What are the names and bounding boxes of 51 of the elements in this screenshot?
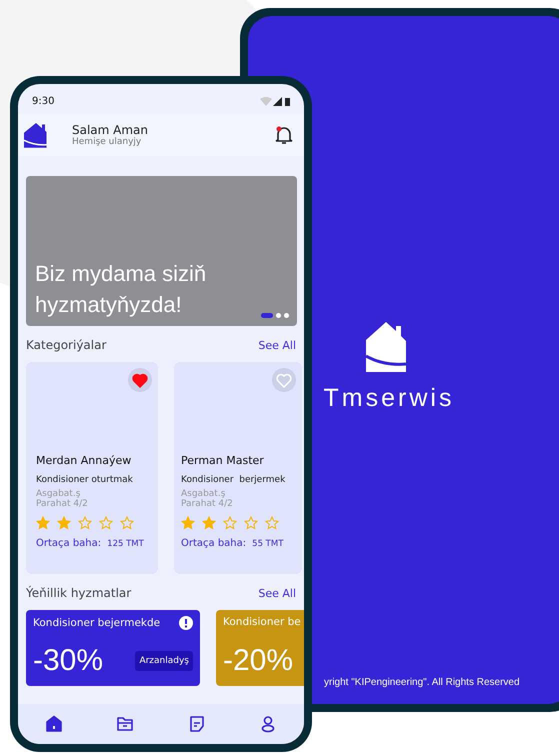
star-icon [265, 516, 279, 530]
star-icon [78, 516, 92, 530]
discount-value: -20% [223, 643, 294, 679]
discount-value: -30% [33, 643, 104, 679]
user-icon [259, 715, 278, 733]
document-icon [188, 715, 206, 733]
service-name: Kondisioner oturtmak [36, 475, 134, 485]
star-icon [202, 516, 216, 530]
bell-icon [274, 125, 294, 145]
banner-headline: Biz mydama siziň hyzmatyňyzda! [35, 260, 208, 319]
star-icon [244, 516, 258, 530]
service-name: Kondisioner berjermek [181, 475, 286, 485]
star-icon [99, 516, 113, 530]
user-status: Hemişe ulanyjy [72, 137, 142, 147]
discount-badge: Arzanladyş [135, 651, 193, 671]
notification-button[interactable] [274, 125, 294, 145]
address-text: Parahat 4/2 [181, 499, 234, 509]
info-icon [179, 616, 193, 630]
status-time: 9:30 [32, 96, 54, 106]
price-value: 125 TMT [107, 538, 144, 548]
star-icon [181, 516, 195, 530]
section-title: Kategoriýalar [26, 338, 106, 352]
address-text: Asgabat.ş [36, 489, 82, 499]
user-name: Salam Aman [72, 123, 150, 137]
price-label: Ortaça baha: [36, 538, 102, 549]
see-all-link[interactable]: See All [258, 338, 296, 352]
star-icon [57, 516, 71, 530]
star-icon [223, 516, 237, 530]
master-card[interactable]: Merdan Annaýew Kondisioner oturtmak Asgabat.ş Parahat 4/2 Ortaça baha: 125 TMT [26, 362, 158, 574]
status-icons [260, 96, 292, 106]
section-title: Ýeňillik hyzmatlar [26, 586, 132, 600]
page-dot[interactable] [276, 313, 281, 318]
price-value: 55 TMT [252, 538, 284, 548]
home-icon [44, 715, 63, 733]
master-name: Merdan Annaýew [36, 454, 132, 467]
discount-card[interactable]: Kondisioner bejermekde -30% Arzanladyş [26, 610, 200, 686]
see-all-link[interactable]: See All [258, 586, 296, 600]
app-name: Tmserwis [324, 384, 454, 413]
master-card[interactable]: Perman Master Kondisioner berjermek Asgabat.ş Parahat 4/2 Ortaça baha: 55 TMT [174, 362, 302, 574]
address-text: Asgabat.ş [181, 489, 226, 499]
favorite-button[interactable] [128, 368, 152, 392]
price-label: Ortaça baha: [181, 538, 246, 549]
page-dot[interactable] [284, 313, 289, 318]
master-name: Perman Master [181, 454, 265, 467]
star-icon [36, 516, 50, 530]
star-icon [120, 516, 134, 530]
folder-icon [116, 715, 134, 733]
offer-title: Kondisioner be [223, 616, 301, 628]
offer-title: Kondisioner bejermekde [33, 617, 160, 629]
copyright-text: yright "KIPengineering". All Rights Reserved [324, 677, 520, 688]
address-text: Parahat 4/2 [36, 499, 89, 509]
